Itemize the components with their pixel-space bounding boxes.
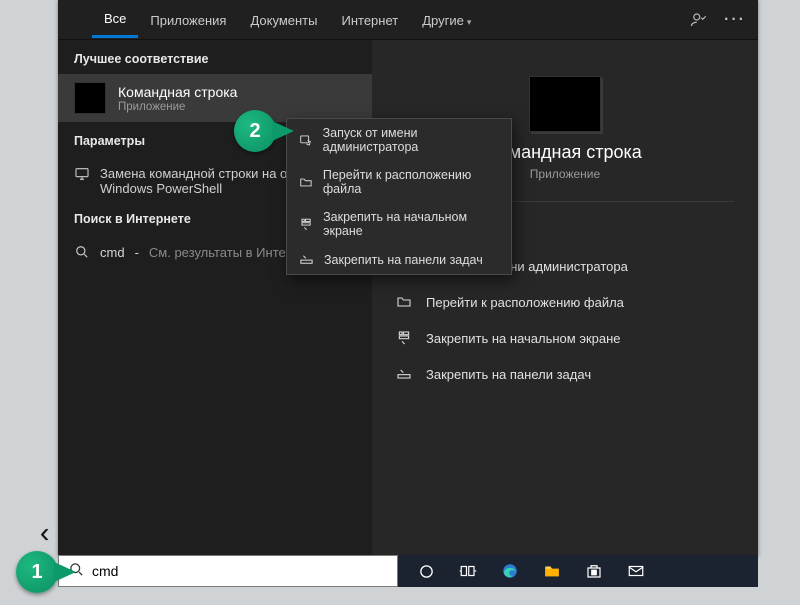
taskbar: [398, 555, 758, 587]
search-icon: [74, 244, 90, 260]
tab-apps[interactable]: Приложения: [138, 3, 238, 37]
pin-taskbar-icon: [396, 366, 412, 382]
result-name: Командная строка: [118, 84, 237, 100]
pin-start-icon: [299, 217, 313, 232]
result-filter-tabs: Все Приложения Документы Интернет Другие: [58, 0, 758, 40]
best-match-result[interactable]: Командная строка Приложение: [58, 74, 372, 122]
cmd-thumbnail-icon: [74, 82, 106, 114]
callout-2: 2: [234, 110, 276, 152]
chevron-down-icon: [464, 13, 472, 28]
cortana-icon[interactable]: [416, 561, 436, 581]
pin-taskbar-icon: [299, 252, 314, 267]
folder-icon: [299, 175, 313, 190]
folder-icon: [396, 294, 412, 310]
edge-icon[interactable]: [500, 561, 520, 581]
tab-docs[interactable]: Документы: [238, 3, 329, 37]
section-best-match: Лучшее соответствие: [58, 40, 372, 74]
context-open-location[interactable]: Перейти к расположению файла: [287, 161, 511, 203]
search-input[interactable]: [92, 563, 387, 579]
task-view-icon[interactable]: [458, 561, 478, 581]
explorer-icon[interactable]: [542, 561, 562, 581]
context-pin-taskbar[interactable]: Закрепить на панели задач: [287, 245, 511, 274]
result-type: Приложение: [118, 101, 237, 113]
shield-admin-icon: [299, 133, 313, 148]
mail-icon[interactable]: [626, 561, 646, 581]
tab-all[interactable]: Все: [92, 1, 138, 38]
store-icon[interactable]: [584, 561, 604, 581]
pin-start-icon: [396, 330, 412, 346]
back-chevron-icon: ‹: [40, 517, 49, 549]
callout-1: 1: [16, 551, 58, 593]
monitor-icon: [74, 166, 90, 182]
taskbar-search-box[interactable]: [58, 555, 398, 587]
more-icon[interactable]: [726, 11, 744, 29]
action-pin-taskbar[interactable]: Закрепить на панели задач: [372, 356, 758, 392]
web-query: cmd: [100, 245, 125, 260]
tab-more[interactable]: Другие: [410, 3, 483, 37]
context-run-admin[interactable]: Запуск от имени администратора: [287, 119, 511, 161]
feedback-icon[interactable]: [690, 11, 708, 29]
action-open-location[interactable]: Перейти к расположению файла: [372, 284, 758, 320]
context-menu: Запуск от имени администратора Перейти к…: [286, 118, 512, 275]
action-pin-start[interactable]: Закрепить на начальном экране: [372, 320, 758, 356]
search-panel: Все Приложения Документы Интернет Другие…: [58, 0, 758, 557]
tab-internet[interactable]: Интернет: [329, 3, 410, 37]
preview-thumbnail-icon: [529, 76, 601, 132]
context-pin-start[interactable]: Закрепить на начальном экране: [287, 203, 511, 245]
